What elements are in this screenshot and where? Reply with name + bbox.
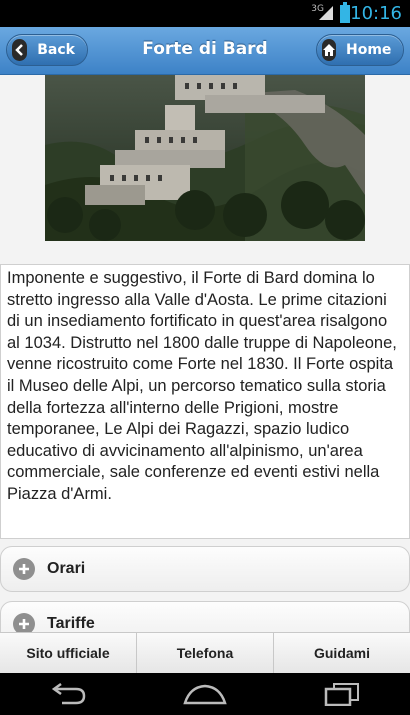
home-label: Home [346,42,392,58]
fort-photo [45,75,365,241]
signal-icon [319,6,333,20]
system-nav-bar [0,673,410,715]
bottom-tab-bar: Sito ufficiale Telefona Guidami [0,632,410,673]
home-button[interactable]: Home [316,34,404,66]
status-bar: 3G 10:16 [0,0,410,27]
plus-icon [13,558,35,580]
home-nav-icon[interactable] [175,679,235,709]
clock: 10:16 [350,3,402,24]
home-icon [322,39,336,61]
section-label: Tariffe [47,615,95,632]
section-orari[interactable]: Orari [0,546,410,592]
header-bar: Back Forte di Bard Home [0,27,410,75]
app-screen: 3G 10:16 Back Forte di Bard Home Imponen… [0,0,410,715]
tab-guidami[interactable]: Guidami [274,633,410,673]
description-text: Imponente e suggestivo, il Forte di Bard… [0,264,410,539]
tab-telefona[interactable]: Telefona [137,633,274,673]
back-nav-icon[interactable] [38,679,98,709]
recent-apps-icon[interactable] [312,679,372,709]
section-label: Orari [47,560,86,577]
tab-sito-ufficiale[interactable]: Sito ufficiale [0,633,137,673]
battery-icon [340,2,350,23]
